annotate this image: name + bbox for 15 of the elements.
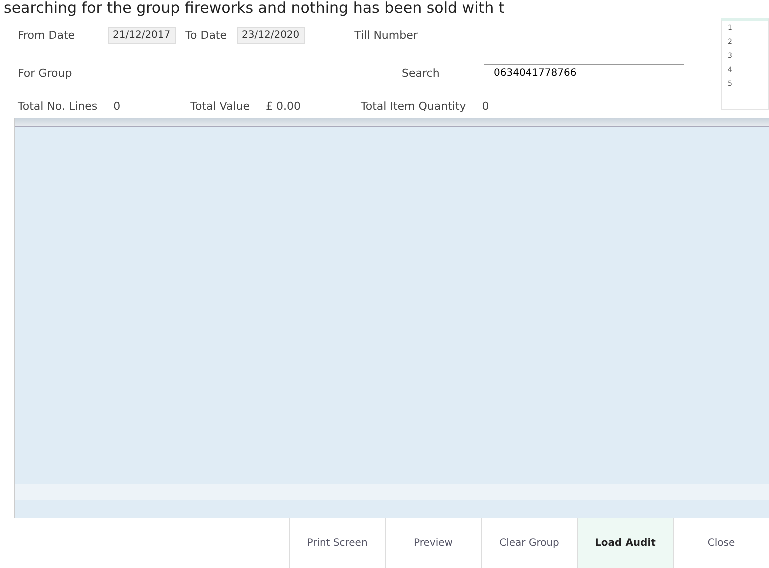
caption-text: searching for the group fireworks and nothing has been sold with t xyxy=(4,0,505,16)
for-group-label: For Group xyxy=(18,66,74,80)
total-value: 0 xyxy=(114,100,121,113)
total-label: Total No. Lines xyxy=(18,100,98,113)
to-date-label: To Date xyxy=(186,28,228,42)
till-number-label: Till Number xyxy=(354,28,418,42)
search-label: Search xyxy=(402,66,441,80)
total-label: Total Item Quantity xyxy=(361,100,466,113)
total-value: £ 0.00 xyxy=(266,100,302,113)
total-value: 0 xyxy=(482,100,490,113)
total-label: Total Value xyxy=(190,100,250,113)
to-date-field[interactable]: 23/12/2020 xyxy=(237,26,305,44)
from-date-label: From Date xyxy=(18,28,76,42)
action-button[interactable]: Load Audit xyxy=(577,518,673,568)
from-date-field[interactable]: 21/12/2017 xyxy=(108,26,176,44)
